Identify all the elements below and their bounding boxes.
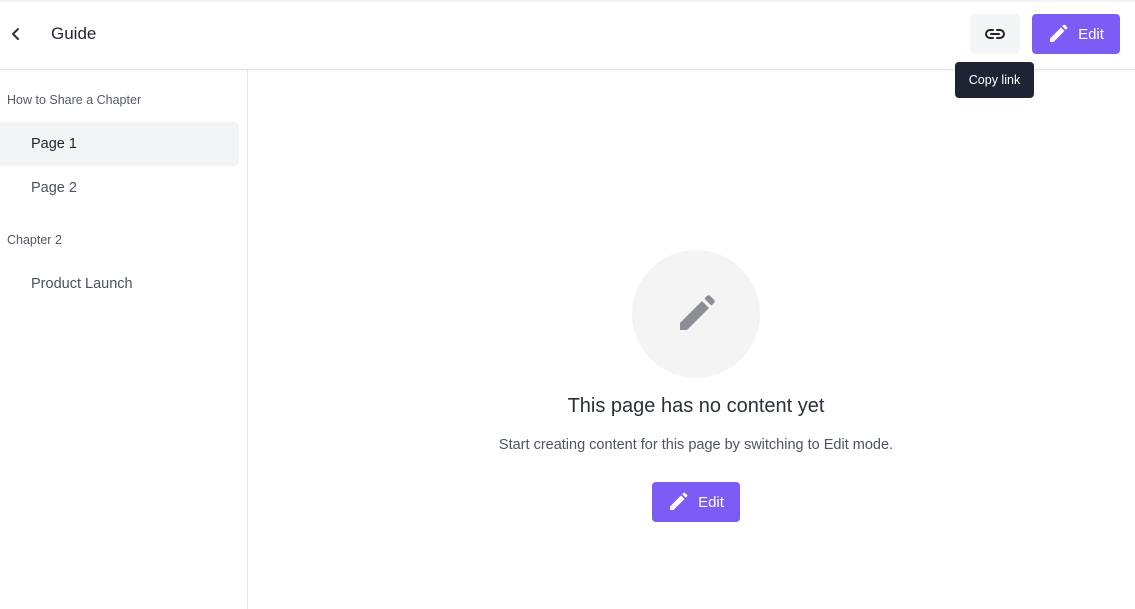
- pencil-icon: [680, 295, 715, 330]
- sidebar-item-product-launch[interactable]: Product Launch: [0, 262, 239, 306]
- page-title: Guide: [51, 24, 97, 43]
- sidebar: How to Share a Chapter Page 1 Page 2 Cha…: [0, 70, 248, 609]
- pencil-icon: [670, 492, 688, 510]
- sidebar-item-page-2[interactable]: Page 2: [0, 166, 239, 210]
- top-strip: [0, 0, 1135, 2]
- edit-button-label: Edit: [698, 493, 724, 511]
- edit-button-label: Edit: [1078, 25, 1104, 43]
- top-bar: Guide Edit: [0, 0, 1135, 70]
- empty-state-illustration: [632, 250, 760, 378]
- pencil-icon: [1050, 24, 1068, 42]
- copy-link-tooltip: Copy link: [955, 62, 1034, 98]
- chapter-title: Chapter 2: [7, 233, 62, 247]
- main-content: This page has no content yet Start creat…: [248, 70, 1135, 609]
- link-icon: [985, 29, 1005, 39]
- sidebar-item-page-1[interactable]: Page 1: [0, 122, 239, 166]
- edit-button[interactable]: Edit: [652, 482, 740, 522]
- back-button[interactable]: [2, 20, 30, 48]
- empty-state-title: This page has no content yet: [567, 395, 825, 417]
- edit-button[interactable]: Edit: [1032, 14, 1120, 54]
- empty-state-description: Start creating content for this page by …: [498, 437, 894, 453]
- copy-link-button[interactable]: [970, 14, 1020, 54]
- chapter-title: How to Share a Chapter: [7, 93, 142, 107]
- chevron-left-icon: [12, 28, 19, 40]
